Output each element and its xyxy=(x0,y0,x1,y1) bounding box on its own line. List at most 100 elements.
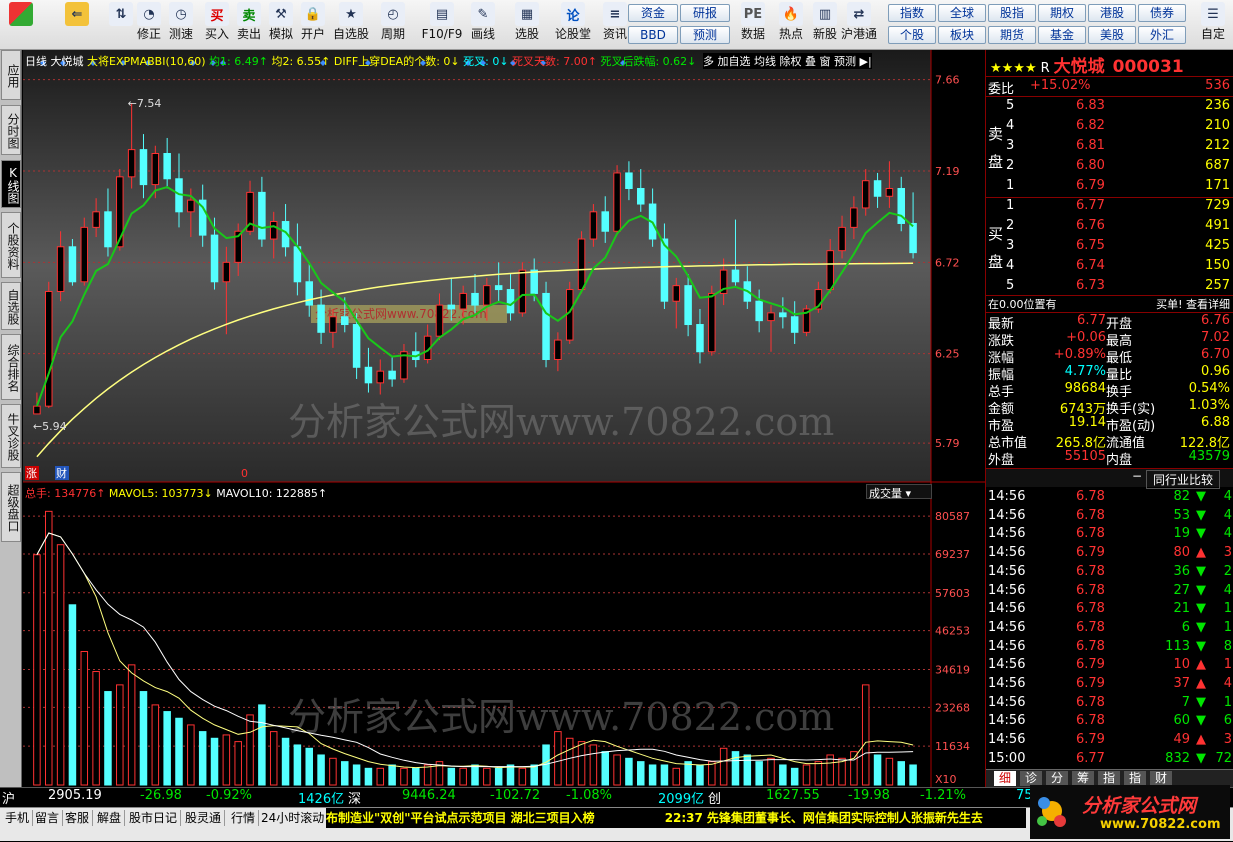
adjust-button[interactable]: 除权 xyxy=(780,55,802,68)
star-button[interactable]: ★ 自选股 xyxy=(333,2,369,48)
pen-button[interactable]: ✎ 画线 xyxy=(466,2,500,48)
bottom-tab-2[interactable]: 客服 xyxy=(62,810,94,826)
quote-tab-1[interactable]: 诊 xyxy=(1020,771,1042,786)
quick-button-6[interactable]: 股指 xyxy=(988,4,1036,22)
quick-button-12[interactable]: 期货 xyxy=(988,26,1036,44)
sell-button[interactable]: 卖卖出 xyxy=(232,2,266,48)
kline-chart-area[interactable]: 7.66 7.19 6.72 6.25 5.79 80587 69237 57603 46253… xyxy=(23,50,985,787)
sz-label[interactable]: 深 xyxy=(348,788,361,807)
quote-tab-5[interactable]: 指 xyxy=(1124,771,1146,786)
bottom-tab-7[interactable]: 24小时滚动 xyxy=(258,810,329,826)
candle-body xyxy=(56,246,65,292)
collapse-icon[interactable]: − xyxy=(1132,469,1142,483)
bottom-tab-6[interactable]: 行情 xyxy=(228,810,260,826)
select-stock-button[interactable]: ▦ 选股 xyxy=(510,2,544,48)
order-note-link[interactable]: 买单! 查看详细 xyxy=(1156,296,1230,312)
quote-tab-4[interactable]: 指 xyxy=(1098,771,1120,786)
add-fav-button[interactable]: 加自选 xyxy=(718,55,751,68)
buy-price: 6.76 xyxy=(1076,218,1105,233)
quote-tab-2[interactable]: 分 xyxy=(1046,771,1068,786)
quick-button-9[interactable]: 债券 xyxy=(1138,4,1186,22)
quick-button-8[interactable]: 港股 xyxy=(1088,4,1136,22)
side-tab-4[interactable]: 自选股 xyxy=(1,282,21,330)
indicator-label[interactable]: 大将EXPMABBI(10,60) xyxy=(87,55,206,68)
bottom-tab-3[interactable]: 解盘 xyxy=(94,810,126,826)
overlay-button[interactable]: 叠 xyxy=(805,55,816,68)
news-ticker[interactable]: 布制造业"双创"平台试点示范项目 湖北三项目入榜 22:37 先锋集团董事长、网信集… xyxy=(326,808,1026,828)
bottom-tab-5[interactable]: 股灵通 xyxy=(182,810,226,826)
candle-body xyxy=(80,226,89,283)
window-button[interactable]: 窗 xyxy=(820,55,831,68)
sell-level-row[interactable]: 4 6.82 210 xyxy=(986,118,1233,136)
cy-label[interactable]: 创 xyxy=(708,788,721,807)
buy-level-row[interactable]: 4 6.74 150 xyxy=(986,258,1233,276)
quote-tab-6[interactable]: 财 xyxy=(1150,771,1172,786)
quick-button-13[interactable]: 基金 xyxy=(1038,26,1086,44)
news-headline-2[interactable]: 先锋集团董事长、网信集团实际控制人张振新先生去 xyxy=(707,811,983,825)
stat-row: 市盈 19.14 市盈(动) 6.88 xyxy=(986,415,1233,434)
forecast-button[interactable]: 预测 xyxy=(834,55,856,68)
quick-button-0[interactable]: 资金 xyxy=(628,4,678,22)
custom-button[interactable]: ☰ 自定 xyxy=(1196,2,1230,48)
back-arrow-button[interactable]: ⇐ xyxy=(60,2,94,48)
hot-button[interactable]: 🔥 热点 xyxy=(774,2,808,48)
bottom-tab-0[interactable]: 手机 xyxy=(2,810,34,826)
kline-chart-svg[interactable]: 7.66 7.19 6.72 6.25 5.79 80587 69237 57603 46253… xyxy=(23,50,985,787)
indicator-select[interactable]: 成交量 ▾ xyxy=(866,484,932,500)
clock-button[interactable]: ◔ 修正 xyxy=(132,2,166,48)
window-grid-button[interactable] xyxy=(4,2,38,48)
sell-level-row[interactable]: 1 6.79 171 xyxy=(986,178,1233,196)
toolbar-label: 热点 xyxy=(778,27,803,41)
bottom-tab-4[interactable]: 股市日记 xyxy=(126,810,182,826)
quick-button-2[interactable]: BBD xyxy=(628,26,678,44)
side-tab-2[interactable]: K线图 xyxy=(1,160,21,208)
lun-button[interactable]: 论论股堂 xyxy=(555,2,591,48)
zero-tag: 0 xyxy=(241,467,248,480)
quick-button-3[interactable]: 预测 xyxy=(680,26,730,44)
clock-period-button[interactable]: ◴ 周期 xyxy=(376,2,410,48)
buy-level-row[interactable]: 5 6.73 257 xyxy=(986,278,1233,296)
pe-button[interactable]: PE 数据 xyxy=(736,2,770,48)
news-button[interactable]: ≡ 资讯 xyxy=(598,2,632,48)
sell-level: 3 xyxy=(1006,138,1015,153)
bottom-tab-1[interactable]: 留言 xyxy=(32,810,64,826)
side-tab-0[interactable]: 应用 xyxy=(1,50,21,100)
news-headline-1[interactable]: 布制造业"双创"平台试点示范项目 湖北三项目入榜 xyxy=(326,811,595,825)
buy-level-row[interactable]: 3 6.75 425 xyxy=(986,238,1233,256)
ma-line-button[interactable]: 均线 xyxy=(754,55,776,68)
panel-toggle-icon[interactable]: ▶| xyxy=(860,55,872,68)
quick-button-15[interactable]: 外汇 xyxy=(1138,26,1186,44)
period-label[interactable]: 日线 xyxy=(25,55,47,68)
quick-button-4[interactable]: 指数 xyxy=(888,4,936,22)
quick-button-14[interactable]: 美股 xyxy=(1088,26,1136,44)
side-tab-5[interactable]: 综合排名 xyxy=(1,334,21,400)
total-volume-label: 总手: 134776↑ xyxy=(25,487,106,500)
buy-level-row[interactable]: 2 6.76 491 xyxy=(986,218,1233,236)
lock-button[interactable]: 🔒 开户 xyxy=(296,2,330,48)
quick-button-11[interactable]: 板块 xyxy=(938,26,986,44)
f10-button[interactable]: ▤ F10/F9 xyxy=(420,2,464,48)
volume-bar xyxy=(625,757,633,786)
side-tab-1[interactable]: 分时图 xyxy=(1,105,21,155)
buy-button[interactable]: 买买入 xyxy=(200,2,234,48)
stopwatch-button[interactable]: ◷ 测速 xyxy=(164,2,198,48)
sell-level-row[interactable]: 2 6.80 687 xyxy=(986,158,1233,176)
sell-level-row[interactable]: 5 6.83 236 xyxy=(986,98,1233,116)
sell-level-row[interactable]: 3 6.81 212 xyxy=(986,138,1233,156)
quick-button-5[interactable]: 全球 xyxy=(938,4,986,22)
industry-compare-button[interactable]: 同行业比较 xyxy=(1146,470,1221,489)
side-tab-7[interactable]: 超级盘口 xyxy=(1,472,21,542)
buy-level-row[interactable]: 1 6.77 729 xyxy=(986,198,1233,216)
hk-connect-button[interactable]: ⇄ 沪港通 xyxy=(841,2,877,48)
hammer-button[interactable]: ⚒ 模拟 xyxy=(264,2,298,48)
quote-tab-3[interactable]: 筹 xyxy=(1072,771,1094,786)
quick-button-7[interactable]: 期权 xyxy=(1038,4,1086,22)
more-button[interactable]: 多 xyxy=(703,55,714,68)
quick-button-1[interactable]: 研报 xyxy=(680,4,730,22)
sh-label[interactable]: 沪 xyxy=(2,788,15,807)
side-tab-6[interactable]: 牛叉诊股 xyxy=(1,404,21,468)
side-tab-3[interactable]: 个股资料 xyxy=(1,212,21,278)
quick-button-10[interactable]: 个股 xyxy=(888,26,936,44)
new-stock-button[interactable]: ▥ 新股 xyxy=(808,2,842,48)
quote-tab-0[interactable]: 细 xyxy=(994,771,1016,786)
